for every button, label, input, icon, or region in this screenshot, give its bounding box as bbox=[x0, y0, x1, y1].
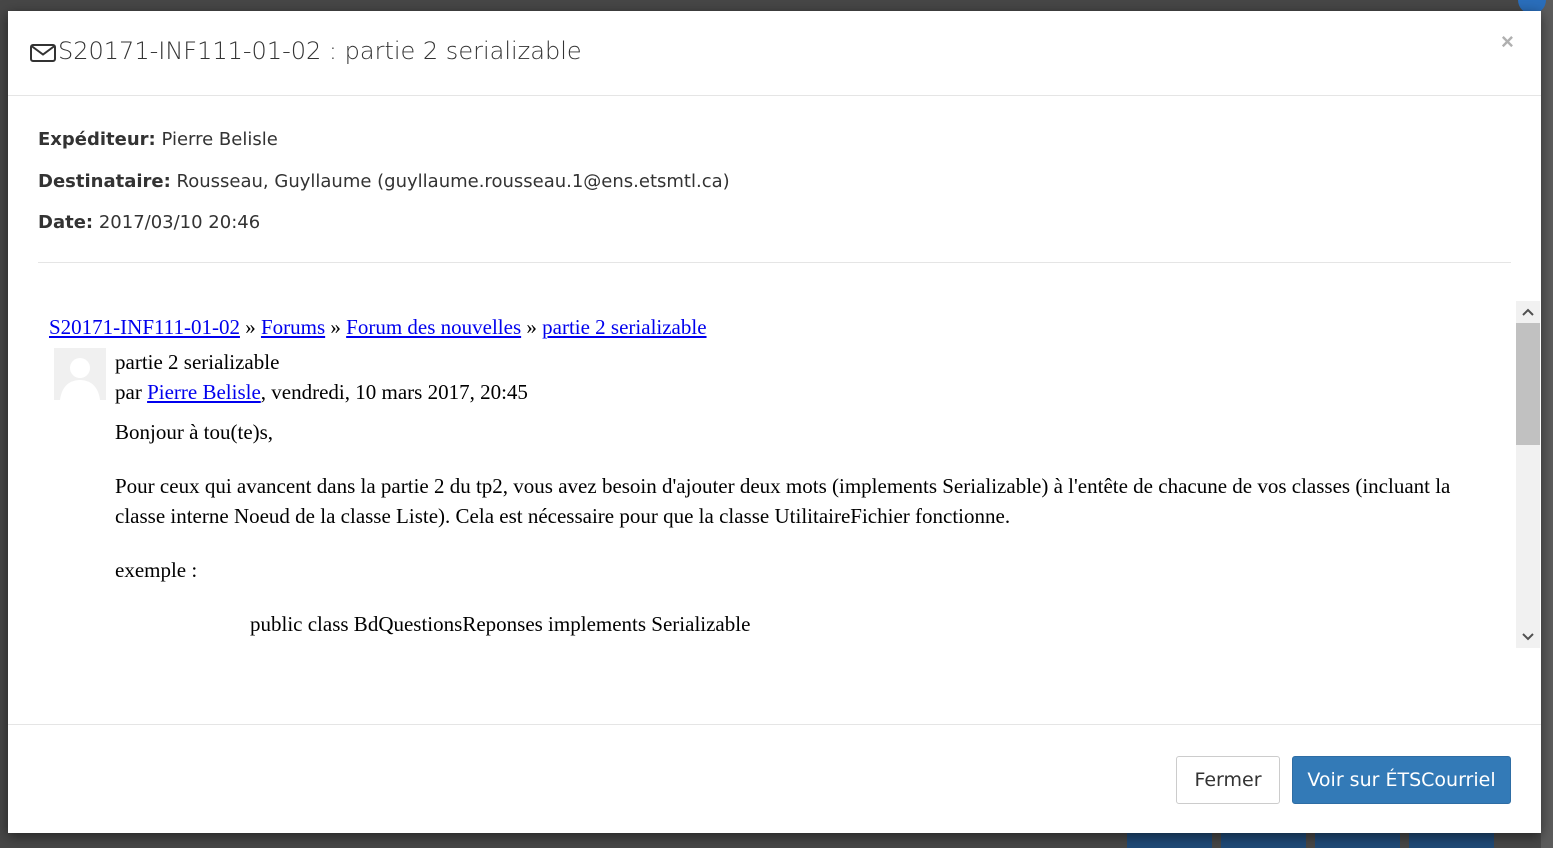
scroll-thumb[interactable] bbox=[1516, 323, 1540, 445]
post-byline: par Pierre Belisle, vendredi, 10 mars 20… bbox=[115, 378, 528, 406]
page-backdrop-tile bbox=[1221, 832, 1306, 848]
modal-footer: Fermer Voir sur ÉTSCourriel bbox=[8, 724, 1541, 834]
sender-row: Expéditeur: Pierre Belisle bbox=[38, 126, 730, 168]
message-modal: S20171-INF111-01-02 : partie 2 serializa… bbox=[8, 11, 1541, 833]
close-button[interactable]: Fermer bbox=[1176, 756, 1280, 804]
author-link[interactable]: Pierre Belisle bbox=[147, 380, 261, 404]
avatar bbox=[54, 348, 106, 400]
recipient-label: Destinataire: bbox=[38, 170, 171, 192]
message-scrollbar[interactable] bbox=[1516, 301, 1540, 648]
post-paragraph: Pour ceux qui avancent dans la partie 2 … bbox=[115, 474, 1451, 528]
scroll-down-icon[interactable] bbox=[1516, 626, 1540, 648]
breadcrumb-forum-link[interactable]: Forum des nouvelles bbox=[346, 315, 521, 339]
recipient-row: Destinataire: Rousseau, Guyllaume (guyll… bbox=[38, 168, 730, 210]
date-row: Date: 2017/03/10 20:46 bbox=[38, 209, 730, 251]
breadcrumb-separator: » bbox=[521, 315, 543, 339]
page-backdrop-tile bbox=[1409, 832, 1494, 848]
modal-title: S20171-INF111-01-02 : partie 2 serializa… bbox=[30, 37, 582, 65]
byline-prefix: par bbox=[115, 380, 148, 404]
byline-date: , vendredi, 10 mars 2017, 20:45 bbox=[260, 380, 528, 404]
post-greeting: Bonjour à tou(te)s, bbox=[115, 420, 274, 444]
meta-divider bbox=[38, 262, 1511, 263]
post-code-example: public class BdQuestionsReponses impleme… bbox=[250, 612, 751, 636]
page-backdrop-tile bbox=[1127, 832, 1212, 848]
breadcrumb-separator: » bbox=[239, 315, 261, 339]
post-body: Bonjour à tou(te)s, Pour ceux qui avance… bbox=[115, 417, 1495, 648]
date-value: 2017/03/10 20:46 bbox=[98, 212, 261, 233]
date-label: Date: bbox=[38, 212, 94, 233]
breadcrumb-separator: » bbox=[325, 315, 347, 339]
message-meta: Expéditeur: Pierre Belisle Destinataire:… bbox=[38, 126, 730, 251]
sender-value: Pierre Belisle bbox=[161, 129, 278, 150]
post-subject: partie 2 serializable bbox=[115, 350, 280, 374]
page-backdrop-right-edge bbox=[1541, 0, 1553, 848]
open-in-etscourriel-button[interactable]: Voir sur ÉTSCourriel bbox=[1292, 756, 1511, 804]
modal-header: S20171-INF111-01-02 : partie 2 serializa… bbox=[8, 11, 1541, 96]
breadcrumb-course-link[interactable]: S20171-INF111-01-02 bbox=[49, 315, 240, 339]
close-icon[interactable]: × bbox=[1501, 31, 1514, 53]
modal-body: Expéditeur: Pierre Belisle Destinataire:… bbox=[8, 96, 1541, 724]
page-backdrop-tile bbox=[1315, 832, 1400, 848]
sender-label: Expéditeur: bbox=[38, 129, 156, 150]
scroll-up-icon[interactable] bbox=[1516, 301, 1540, 323]
breadcrumb-thread-link[interactable]: partie 2 serializable bbox=[542, 315, 706, 339]
modal-title-text: S20171-INF111-01-02 : partie 2 serializa… bbox=[58, 37, 582, 65]
post-example-label: exemple : bbox=[115, 558, 198, 582]
envelope-icon bbox=[30, 41, 56, 62]
breadcrumb-forums-link[interactable]: Forums bbox=[261, 315, 325, 339]
recipient-value: Rousseau, Guyllaume (guyllaume.rousseau.… bbox=[176, 170, 730, 192]
message-content-frame: S20171-INF111-01-02 » Forums » Forum des… bbox=[38, 301, 1529, 648]
forum-breadcrumb: S20171-INF111-01-02 » Forums » Forum des… bbox=[49, 313, 707, 341]
